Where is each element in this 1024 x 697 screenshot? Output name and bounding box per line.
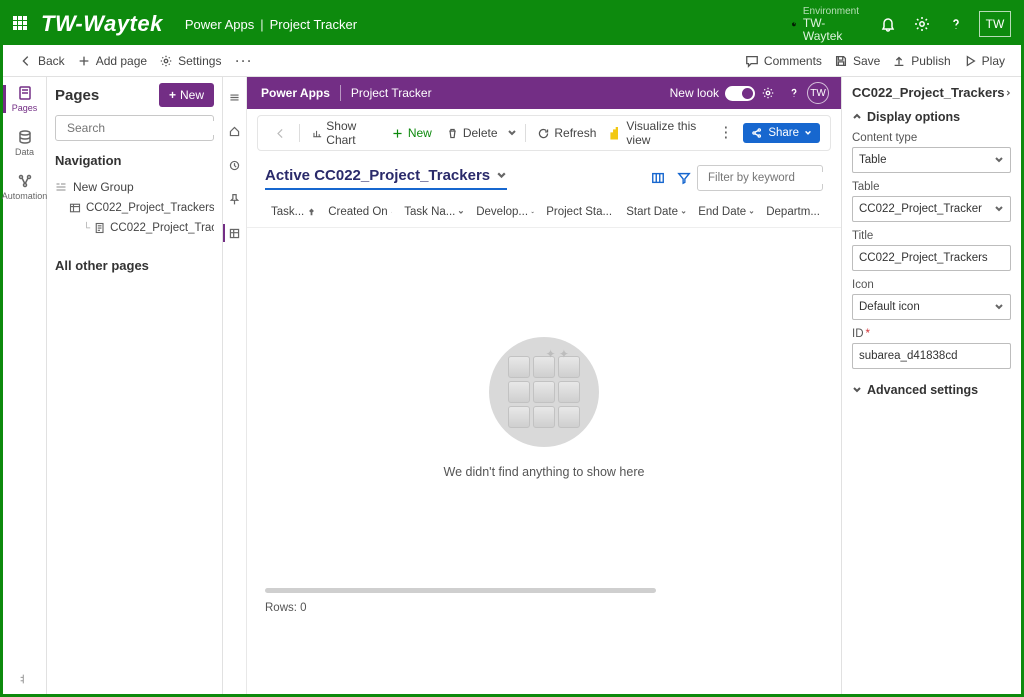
publish-button[interactable]: Publish bbox=[886, 50, 956, 72]
nav-group[interactable]: New Group bbox=[55, 176, 214, 198]
add-page-button[interactable]: Add page bbox=[71, 50, 153, 72]
col-status[interactable]: Project Sta... bbox=[540, 203, 620, 221]
advanced-settings-section[interactable]: Advanced settings bbox=[852, 383, 1011, 397]
inner-settings-icon[interactable] bbox=[755, 77, 781, 109]
filter-icon[interactable] bbox=[671, 165, 697, 191]
back-button[interactable]: Back bbox=[13, 50, 71, 72]
delete-chevron-icon[interactable] bbox=[506, 128, 519, 138]
empty-state: ✦ ✦ We didn't find anything to show here bbox=[247, 228, 841, 588]
new-look-toggle[interactable]: New look bbox=[670, 86, 755, 101]
col-start[interactable]: Start Date bbox=[620, 203, 692, 221]
table-label: Table bbox=[852, 181, 1011, 193]
share-button[interactable]: Share bbox=[743, 123, 820, 143]
filter-input[interactable] bbox=[708, 172, 862, 184]
new-page-button[interactable]: +New bbox=[159, 83, 214, 107]
table-select[interactable]: CC022_Project_Tracker bbox=[852, 196, 1011, 222]
nav-item-trackers-view[interactable]: CC022_Project_Trackers v... bbox=[55, 198, 214, 218]
inner-app-name: Power Apps bbox=[261, 86, 330, 100]
delete-button[interactable]: Delete bbox=[440, 122, 504, 144]
app-launcher-icon[interactable] bbox=[13, 16, 29, 32]
edit-columns-icon[interactable] bbox=[645, 165, 671, 191]
content-type-select[interactable]: Table bbox=[852, 147, 1011, 173]
save-button[interactable]: Save bbox=[828, 50, 886, 72]
pages-search[interactable] bbox=[55, 115, 214, 141]
inner-user-avatar[interactable]: TW bbox=[807, 82, 829, 104]
view-name[interactable]: Active CC022_Project_Trackers bbox=[265, 167, 507, 190]
col-taskname[interactable]: Task Na... bbox=[398, 203, 470, 221]
refresh-button[interactable]: Refresh bbox=[531, 122, 602, 144]
toolbar-back-icon[interactable] bbox=[268, 123, 293, 144]
show-chart-button[interactable]: Show Chart bbox=[306, 115, 383, 151]
chevron-right-icon[interactable] bbox=[1005, 87, 1012, 99]
rail-data[interactable]: Data bbox=[3, 121, 47, 165]
powerbi-icon bbox=[610, 127, 618, 140]
grid-header: Task... Created On Task Na... Develop...… bbox=[247, 197, 841, 228]
col-task[interactable]: Task... bbox=[265, 203, 322, 221]
nav-item-trackers-form[interactable]: └ CC022_Project_Trackers fo... bbox=[55, 218, 214, 238]
col-created[interactable]: Created On bbox=[322, 203, 398, 221]
crumb-app[interactable]: Power Apps bbox=[185, 17, 254, 32]
icon-select[interactable]: Default icon bbox=[852, 294, 1011, 320]
title-input[interactable]: CC022_Project_Trackers bbox=[852, 245, 1011, 271]
crumb-project[interactable]: Project Tracker bbox=[270, 17, 357, 32]
col-developer[interactable]: Develop... bbox=[470, 203, 540, 221]
empty-message: We didn't find anything to show here bbox=[444, 465, 645, 479]
settings-button[interactable]: Settings bbox=[153, 50, 227, 72]
id-input[interactable]: subarea_d41838cd bbox=[852, 343, 1011, 369]
display-options-section[interactable]: Display options bbox=[852, 110, 1011, 124]
title-label: Title bbox=[852, 230, 1011, 242]
inner-help-icon[interactable] bbox=[781, 77, 807, 109]
nav-header: Navigation bbox=[55, 153, 214, 168]
new-record-button[interactable]: New bbox=[385, 122, 438, 144]
pages-title: Pages bbox=[55, 87, 99, 104]
environment-picker[interactable]: EnvironmentTW-Waytek bbox=[791, 6, 859, 43]
more-icon[interactable]: ··· bbox=[227, 54, 261, 68]
sitemap-pinned-icon[interactable] bbox=[223, 187, 247, 211]
rail-pages[interactable]: Pages bbox=[3, 77, 47, 121]
id-label: ID* bbox=[852, 328, 1011, 340]
sitemap-home-icon[interactable] bbox=[223, 119, 247, 143]
help-icon[interactable] bbox=[939, 3, 973, 45]
col-dept[interactable]: Departm... bbox=[760, 203, 826, 221]
sitemap-recent-icon[interactable] bbox=[223, 153, 247, 177]
icon-label: Icon bbox=[852, 279, 1011, 291]
brand-logo: TW-Waytek bbox=[41, 11, 163, 37]
content-type-label: Content type bbox=[852, 132, 1011, 144]
rail-automation[interactable]: Automation bbox=[3, 165, 47, 209]
rows-count: Rows: 0 bbox=[247, 594, 841, 622]
settings-gear-icon[interactable] bbox=[905, 3, 939, 45]
breadcrumb: Power Apps|Project Tracker bbox=[185, 17, 357, 32]
user-badge[interactable]: TW bbox=[979, 11, 1011, 37]
visualize-button[interactable]: Visualize this view bbox=[604, 115, 710, 151]
play-button[interactable]: Play bbox=[957, 50, 1011, 72]
sitemap-entity-icon[interactable] bbox=[223, 221, 247, 245]
col-end[interactable]: End Date bbox=[692, 203, 760, 221]
rp-title: CC022_Project_Trackers bbox=[852, 85, 1005, 100]
inner-app-sub: Project Tracker bbox=[351, 86, 432, 100]
comments-button[interactable]: Comments bbox=[739, 50, 828, 72]
search-input[interactable] bbox=[67, 121, 222, 135]
empty-grid-icon bbox=[508, 356, 580, 428]
other-pages-header[interactable]: All other pages bbox=[55, 258, 214, 273]
notifications-icon[interactable] bbox=[871, 3, 905, 45]
filter-keyword-box[interactable] bbox=[697, 165, 823, 191]
toolbar-more-icon[interactable]: ⋮ bbox=[712, 128, 739, 138]
sitemap-hamburger-icon[interactable] bbox=[223, 85, 247, 109]
rail-snap-icon[interactable] bbox=[3, 664, 47, 694]
